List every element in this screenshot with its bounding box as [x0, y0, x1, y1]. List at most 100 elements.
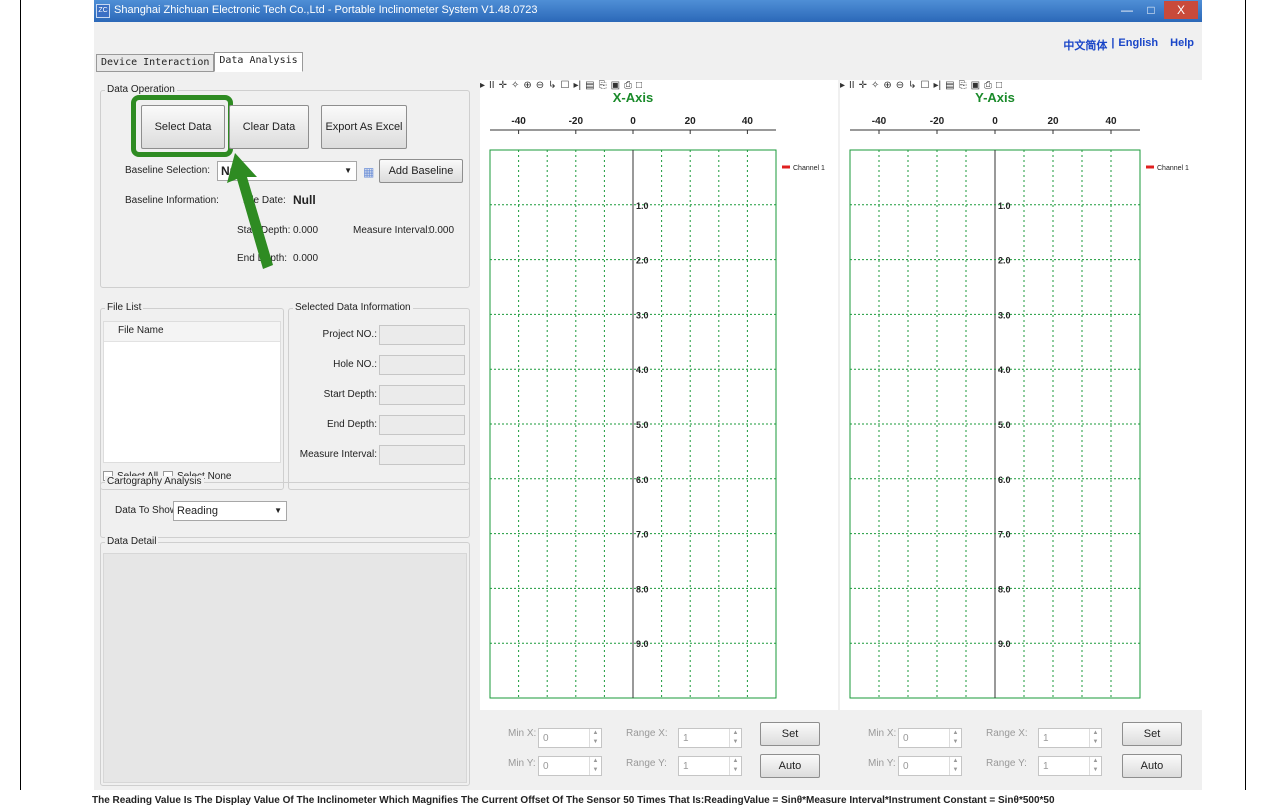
project-no-label: Project NO.: — [322, 329, 377, 340]
y-axis-chart-panel: ▸ II ✛ ✧ ⊕ ⊖ ↳ ☐ ▸| ▤ ⎘ ▣ ⎙ □ Y-Axis -40 -20 0 20 40 1.0 2.0… — [840, 80, 1202, 710]
y-tick-label: 7.0 — [998, 530, 1011, 540]
help-link[interactable]: Help — [1170, 37, 1194, 53]
measure-interval-value: 0.000 — [429, 225, 455, 236]
minimize-button[interactable]: — — [1116, 1, 1138, 19]
spin-arrows-icon[interactable]: ▲ ▼ — [949, 757, 961, 775]
chart-title: X-Axis — [613, 90, 653, 105]
y-tick-label: 4.0 — [636, 365, 649, 375]
clear-data-button[interactable]: Clear Data — [229, 105, 309, 149]
min-y-spin[interactable]: 0 ▲ ▼ — [538, 756, 602, 776]
set-button[interactable]: Set — [1122, 722, 1182, 746]
selected-data-info-group: Selected Data Information Project NO.: H… — [288, 302, 470, 490]
tab-device-interaction[interactable]: Device Interaction — [96, 54, 215, 72]
spin-arrows-icon[interactable]: ▲ ▼ — [1089, 729, 1101, 747]
data-to-show-label: Data To Show: — [115, 505, 180, 516]
range-x-spin[interactable]: 1 ▲ ▼ — [678, 728, 742, 748]
lang-english-link[interactable]: English — [1118, 37, 1158, 53]
y-tick-label: 8.0 — [636, 584, 649, 594]
window-title: Shanghai Zhichuan Electronic Tech Co.,Lt… — [114, 4, 538, 16]
y-tick-label: 6.0 — [636, 475, 649, 485]
hole-no-label: Hole NO.: — [333, 359, 377, 370]
y-chart-controls: Min X: 0 ▲ ▼ Range X: 1 ▲ ▼ Min Y: 0 ▲ ▼ Range… — [840, 720, 1202, 782]
status-text: The Reading Value Is The Display Value O… — [92, 795, 1055, 806]
y-tick-label: 3.0 — [998, 310, 1011, 320]
project-no-field[interactable] — [379, 325, 465, 345]
min-x-label: Min X: — [508, 728, 537, 739]
y-tick-label: 1.0 — [636, 201, 649, 211]
x-tick-label: -20 — [569, 116, 584, 127]
close-button[interactable]: X — [1164, 1, 1198, 19]
range-y-spin[interactable]: 1 ▲ ▼ — [1038, 756, 1102, 776]
data-detail-title: Data Detail — [105, 536, 159, 547]
range-x-value: 1 — [683, 733, 689, 744]
x-tick-label: 20 — [1047, 116, 1059, 127]
chevron-down-icon: ▼ — [274, 506, 282, 515]
start-depth-info-label: Start Depth: — [323, 389, 377, 400]
hole-no-field[interactable] — [379, 355, 465, 375]
spin-arrows-icon[interactable]: ▲ ▼ — [589, 757, 601, 775]
y-tick-label: 1.0 — [998, 201, 1011, 211]
auto-button[interactable]: Auto — [760, 754, 820, 778]
app-icon: ZC — [96, 4, 110, 18]
min-x-spin[interactable]: 0 ▲ ▼ — [898, 728, 962, 748]
measure-interval-field[interactable] — [379, 445, 465, 465]
y-tick-label: 9.0 — [998, 639, 1011, 649]
min-x-value: 0 — [903, 733, 909, 744]
data-to-show-combo[interactable]: Reading ▼ — [173, 501, 287, 521]
select-data-highlight — [131, 95, 233, 157]
x-tick-label: 0 — [992, 116, 998, 127]
y-tick-label: 2.0 — [998, 256, 1011, 266]
y-axis-chart[interactable]: Y-Axis -40 -20 0 20 40 1.0 2.0 3.0 4.0 5.0 6.0 7.0 8.… — [840, 84, 1202, 706]
file-name-header[interactable]: File Name — [104, 322, 280, 342]
x-tick-label: 0 — [630, 116, 636, 127]
file-date-value: Null — [293, 193, 316, 207]
data-to-show-value: Reading — [177, 505, 218, 517]
y-tick-label: 8.0 — [998, 584, 1011, 594]
add-baseline-button[interactable]: Add Baseline — [379, 159, 463, 183]
range-x-spin[interactable]: 1 ▲ ▼ — [1038, 728, 1102, 748]
range-x-value: 1 — [1043, 733, 1049, 744]
x-tick-label: 40 — [742, 116, 754, 127]
end-depth-field[interactable] — [379, 415, 465, 435]
x-axis-chart[interactable]: X-Axis -40 -20 0 20 40 1.0 2.0 3.0 4.0 5.0 6.0 7.0 8.… — [480, 84, 838, 706]
file-list-table[interactable]: File Name — [103, 321, 281, 463]
x-chart-controls: Min X: 0 ▲ ▼ Range X: 1 ▲ ▼ Min Y: 0 ▲ ▼ Range… — [480, 720, 838, 782]
range-y-label: Range Y: — [626, 758, 667, 769]
title-bar: ZC Shanghai Zhichuan Electronic Tech Co.… — [94, 0, 1202, 22]
spin-arrows-icon[interactable]: ▲ ▼ — [949, 729, 961, 747]
spin-arrows-icon[interactable]: ▲ ▼ — [1089, 757, 1101, 775]
end-depth-info-label: End Depth: — [326, 419, 377, 430]
data-detail-panel[interactable] — [103, 553, 467, 783]
y-tick-label: 7.0 — [636, 530, 649, 540]
export-excel-button[interactable]: Export As Excel — [321, 105, 407, 149]
y-tick-label: 5.0 — [998, 420, 1011, 430]
y-tick-label: 4.0 — [998, 365, 1011, 375]
measure-interval-info-label: Measure Interval: — [299, 449, 377, 460]
range-y-spin[interactable]: 1 ▲ ▼ — [678, 756, 742, 776]
spin-arrows-icon[interactable]: ▲ ▼ — [729, 757, 741, 775]
lang-chinese-link[interactable]: 中文简体 — [1063, 37, 1107, 53]
y-tick-label: 2.0 — [636, 256, 649, 266]
tab-strip: Device Interaction Data Analysis — [96, 52, 303, 72]
end-depth-value: 0.000 — [293, 253, 319, 264]
min-y-label: Min Y: — [508, 758, 536, 769]
auto-button[interactable]: Auto — [1122, 754, 1182, 778]
x-tick-label: 40 — [1105, 116, 1117, 127]
start-depth-field[interactable] — [379, 385, 465, 405]
file-list-group: File List File Name Select All Select No… — [100, 302, 284, 490]
spin-arrows-icon[interactable]: ▲ ▼ — [729, 729, 741, 747]
y-tick-label: 6.0 — [998, 475, 1011, 485]
data-operation-title: Data Operation — [105, 84, 177, 95]
chart-title: Y-Axis — [975, 90, 1015, 105]
min-y-spin[interactable]: 0 ▲ ▼ — [898, 756, 962, 776]
min-y-label: Min Y: — [868, 758, 896, 769]
tab-data-analysis[interactable]: Data Analysis — [214, 52, 303, 72]
arrow-annotation — [227, 153, 273, 269]
min-x-spin[interactable]: 0 ▲ ▼ — [538, 728, 602, 748]
min-y-value: 0 — [903, 761, 909, 772]
baseline-info-label: Baseline Information: — [125, 195, 219, 206]
spin-arrows-icon[interactable]: ▲ ▼ — [589, 729, 601, 747]
maximize-button[interactable]: □ — [1140, 1, 1162, 19]
start-depth-value: 0.000 — [293, 225, 319, 236]
set-button[interactable]: Set — [760, 722, 820, 746]
